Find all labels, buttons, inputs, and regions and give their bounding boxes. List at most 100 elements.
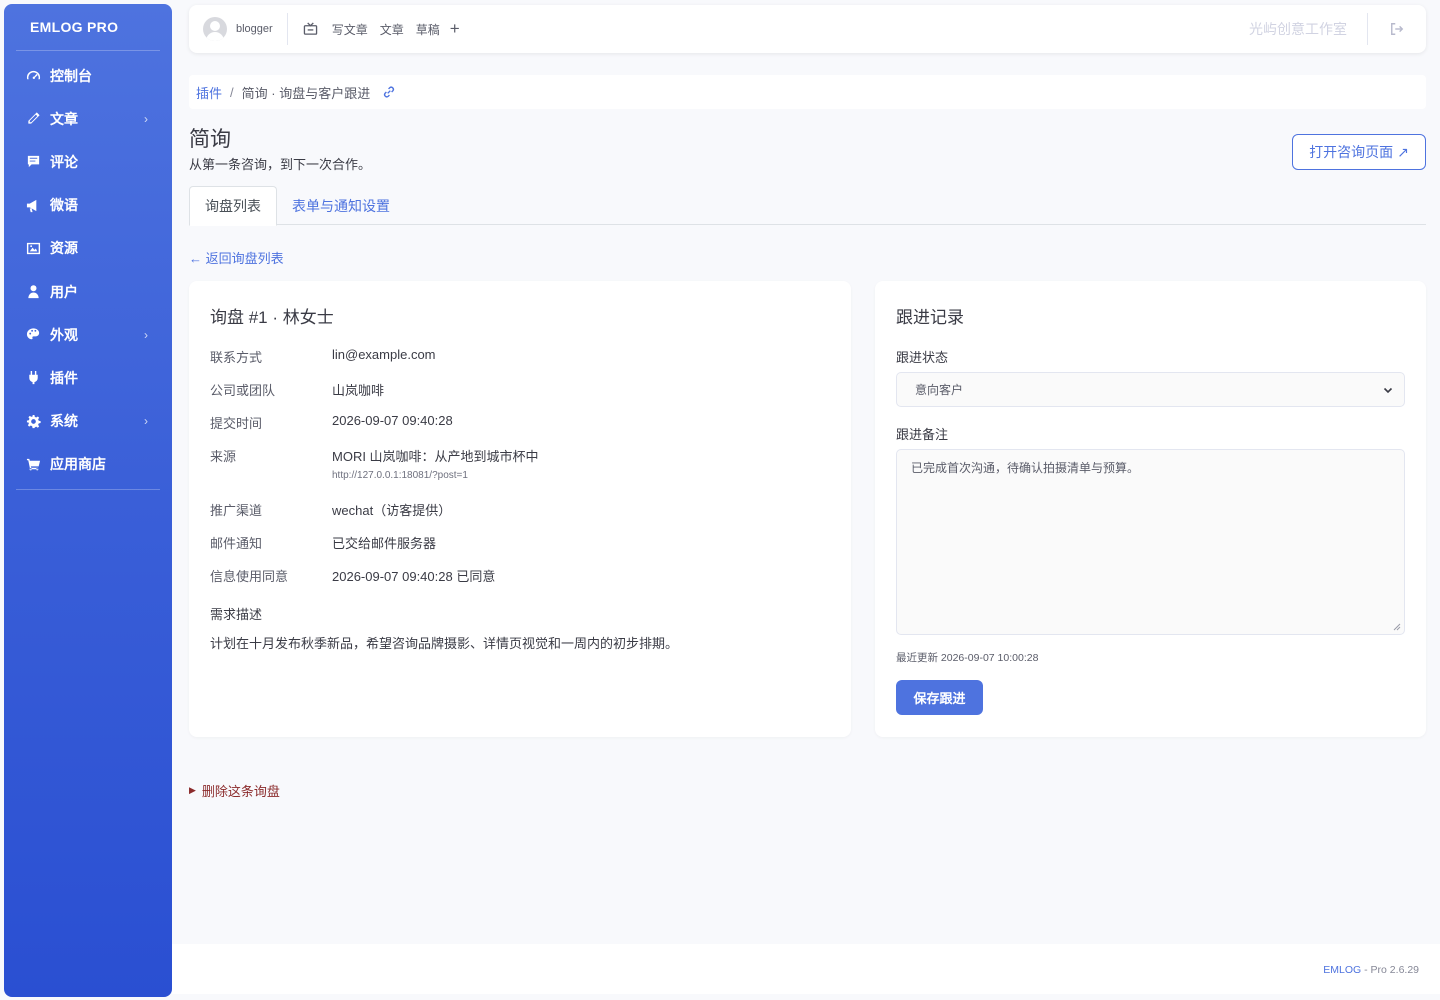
topbar-divider [286, 13, 288, 45]
sidebar-item-label: 微语 [50, 197, 78, 214]
sidebar-item-label: 外观 [50, 326, 78, 343]
dashboard-icon [24, 67, 42, 85]
sidebar-item-label: 应用商店 [50, 456, 106, 473]
sidebar-item-microblog[interactable]: 微语 [4, 184, 172, 227]
sidebar-item-label: 资源 [50, 240, 78, 257]
status-select-value: 意向客户 [915, 383, 964, 397]
triangle-right-icon: ▶ [189, 785, 196, 795]
sidebar-item-appearance[interactable]: 外观 › [4, 313, 172, 356]
site-name[interactable]: 光屿创意工作室 [1249, 19, 1347, 39]
footer-version: EMLOG - Pro 2.6.29 [1323, 964, 1419, 976]
tab-inquiry-list[interactable]: 询盘列表 [189, 186, 277, 226]
delete-inquiry-toggle[interactable]: ▶ 删除这条询盘 [189, 781, 280, 800]
info-row-company: 公司或团队 山岚咖啡 [210, 380, 384, 399]
sidebar-item-system[interactable]: 系统 › [4, 400, 172, 443]
info-label: 联系方式 [210, 350, 263, 365]
last-updated: 最近更新 2026-09-07 10:00:28 [896, 652, 1039, 664]
page-title: 简询 [189, 128, 231, 151]
save-followup-button[interactable]: 保存跟进 [896, 680, 983, 715]
sidebar-item-label: 评论 [50, 153, 78, 170]
sidebar-item-users[interactable]: 用户 [4, 270, 172, 313]
version-text: - Pro 2.6.29 [1361, 964, 1419, 976]
emlog-link[interactable]: EMLOG [1323, 964, 1361, 976]
sidebar-divider [16, 488, 160, 490]
sidebar-item-label: 文章 [50, 110, 78, 127]
requirement-title: 需求描述 [210, 607, 263, 622]
user-icon [24, 283, 42, 301]
note-textarea[interactable]: 已完成首次沟通，待确认拍摄清单与预算。 [896, 449, 1405, 635]
link-icon[interactable] [382, 85, 396, 99]
megaphone-icon [24, 196, 42, 214]
image-icon [24, 239, 42, 257]
tv-icon[interactable] [302, 20, 320, 38]
drafts-link[interactable]: 草稿 [416, 21, 440, 38]
topbar: blogger 写文章 文章 草稿 + 光屿创意工作室 [189, 5, 1426, 53]
resize-handle-icon[interactable] [1393, 623, 1401, 631]
breadcrumb-separator: / [230, 84, 234, 100]
info-value: MORI 山岚咖啡：从产地到城市杯中 [332, 449, 539, 464]
comment-icon [24, 153, 42, 171]
info-value: lin@example.com [332, 347, 436, 362]
cart-icon [24, 455, 42, 473]
info-value: 已交给邮件服务器 [332, 536, 437, 551]
info-value: 2026-09-07 09:40:28 已同意 [332, 569, 496, 584]
sidebar-item-label: 插件 [50, 369, 78, 386]
sidebar-item-label: 控制台 [50, 67, 92, 84]
followup-title: 跟进记录 [896, 308, 964, 327]
tab-form-notify-settings[interactable]: 表单与通知设置 [277, 186, 405, 225]
status-label: 跟进状态 [896, 350, 949, 365]
back-to-list-link[interactable]: ← 返回询盘列表 [189, 248, 284, 267]
note-text: 已完成首次沟通，待确认拍摄清单与预算。 [911, 461, 1140, 475]
username[interactable]: blogger [236, 23, 273, 35]
requirement-text: 计划在十月发布秋季新品，希望咨询品牌摄影、详情页视觉和一周内的初步排期。 [210, 636, 679, 651]
chevron-down-icon [1382, 384, 1394, 399]
sidebar-item-media[interactable]: 资源 [4, 227, 172, 270]
info-value: wechat（访客提供） [332, 503, 452, 518]
info-label: 提交时间 [210, 416, 263, 431]
info-label: 来源 [210, 449, 237, 464]
source-url: http://127.0.0.1:18081/?post=1 [332, 470, 468, 481]
brand-logo[interactable]: EMLOG PRO [4, 4, 172, 50]
info-row-channel: 推广渠道 wechat（访客提供） [210, 500, 451, 519]
plug-icon [24, 369, 42, 387]
gear-icon [24, 412, 42, 430]
sidebar-item-dashboard[interactable]: 控制台 [4, 54, 172, 97]
info-row-submitted: 提交时间 2026-09-07 09:40:28 [210, 413, 453, 432]
tab-bar: 询盘列表 表单与通知设置 [189, 186, 1426, 226]
chevron-right-icon: › [144, 327, 148, 342]
sidebar-item-label: 系统 [50, 413, 78, 430]
info-label: 公司或团队 [210, 383, 276, 398]
followup-card: 跟进记录 跟进状态 意向客户 跟进备注 已完成首次沟通，待确认拍摄清单与预算。 … [875, 281, 1426, 737]
chevron-right-icon: › [144, 414, 148, 429]
sidebar-item-label: 用户 [50, 283, 78, 300]
sidebar-item-plugins[interactable]: 插件 [4, 356, 172, 399]
avatar[interactable] [203, 17, 227, 41]
breadcrumb: 插件 / 简询 · 询盘与客户跟进 [189, 75, 1426, 109]
open-inquiry-page-button[interactable]: 打开咨询页面 ↗ [1292, 134, 1426, 170]
page-subtitle: 从第一条咨询，到下一次合作。 [189, 157, 372, 172]
info-row-email-notify: 邮件通知 已交给邮件服务器 [210, 533, 436, 552]
sidebar-item-articles[interactable]: 文章 › [4, 97, 172, 140]
sidebar: EMLOG PRO 控制台 文章 › 评论 微语 资源 用户 外观 › 插件 系… [4, 4, 172, 997]
articles-link[interactable]: 文章 [380, 21, 404, 38]
pencil-icon [24, 110, 42, 128]
breadcrumb-current: 简询 · 询盘与客户跟进 [241, 85, 371, 101]
status-select[interactable]: 意向客户 [896, 372, 1405, 407]
info-row-source: 来源 MORI 山岚咖啡：从产地到城市杯中 [210, 446, 539, 465]
breadcrumb-plugins-link[interactable]: 插件 [196, 83, 222, 102]
sidebar-item-store[interactable]: 应用商店 [4, 443, 172, 486]
inquiry-title: 询盘 #1 · 林女士 [210, 308, 334, 327]
info-row-contact: 联系方式 lin@example.com [210, 347, 436, 366]
add-new-button[interactable]: + [450, 19, 460, 39]
delete-inquiry-label: 删除这条询盘 [201, 784, 280, 799]
sidebar-item-comments[interactable]: 评论 [4, 140, 172, 183]
info-row-consent: 信息使用同意 2026-09-07 09:40:28 已同意 [210, 566, 495, 585]
inquiry-detail-card: 询盘 #1 · 林女士 联系方式 lin@example.com 公司或团队 山… [189, 281, 851, 737]
info-value: 山岚咖啡 [332, 383, 385, 398]
logout-icon[interactable] [1368, 5, 1426, 53]
info-label: 邮件通知 [210, 536, 263, 551]
chevron-right-icon: › [144, 111, 148, 126]
write-article-link[interactable]: 写文章 [332, 21, 368, 38]
info-label: 推广渠道 [210, 503, 263, 518]
note-label: 跟进备注 [896, 427, 949, 442]
